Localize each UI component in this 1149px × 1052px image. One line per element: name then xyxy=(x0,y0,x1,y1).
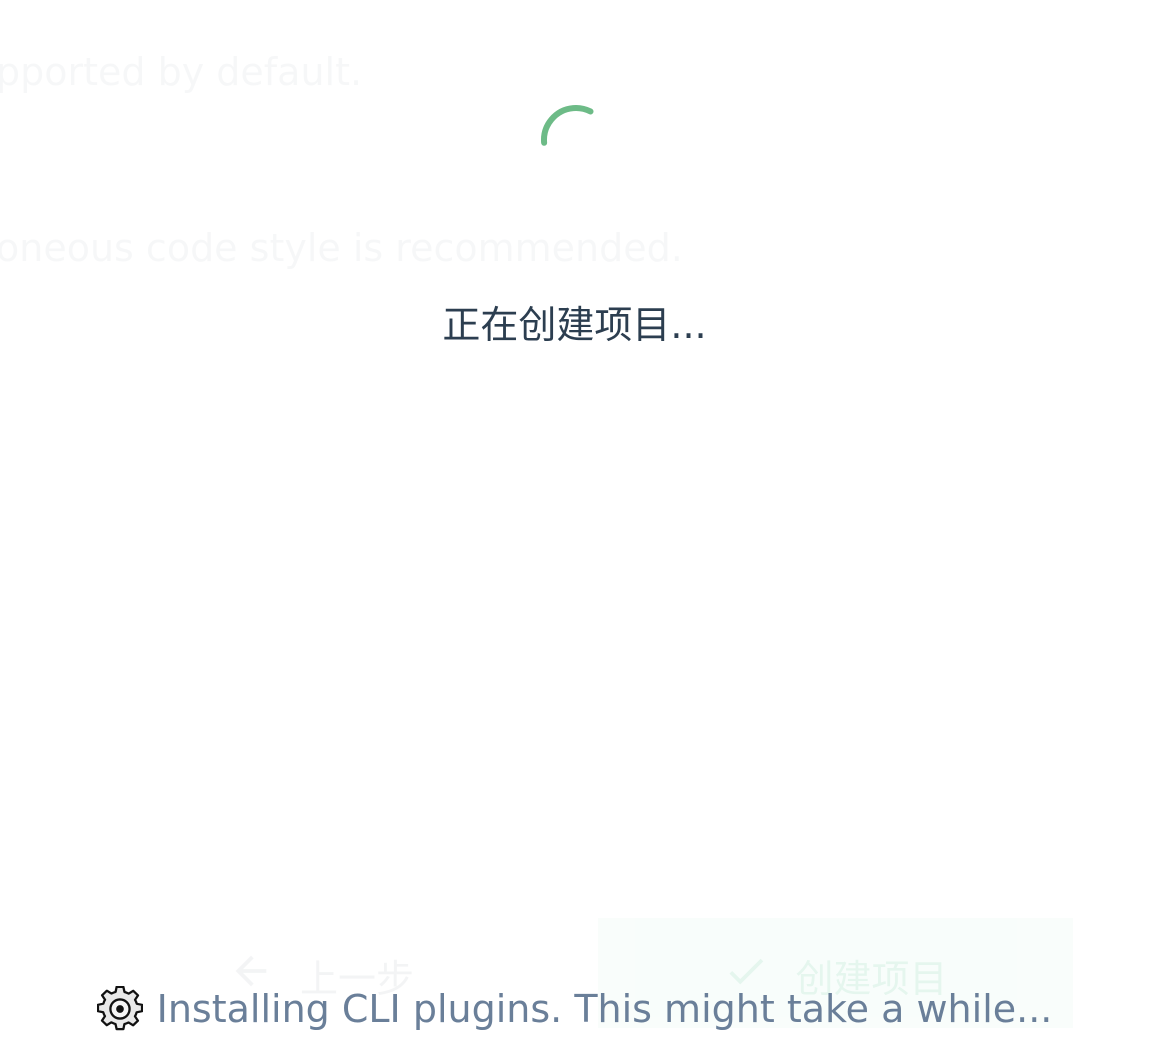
gear-icon xyxy=(96,986,143,1031)
background-text-line: oneous code style is recommended. xyxy=(0,226,683,270)
background-text-line: pported by default. xyxy=(0,50,362,94)
loading-spinner-icon xyxy=(541,105,611,175)
project-create-page: pported by default. oneous code style is… xyxy=(0,0,1149,1052)
progress-status: Installing CLI plugins. This might take … xyxy=(0,986,1149,1032)
progress-message: Installing CLI plugins. This might take … xyxy=(156,987,1053,1031)
loading-title: 正在创建项目... xyxy=(442,303,707,347)
